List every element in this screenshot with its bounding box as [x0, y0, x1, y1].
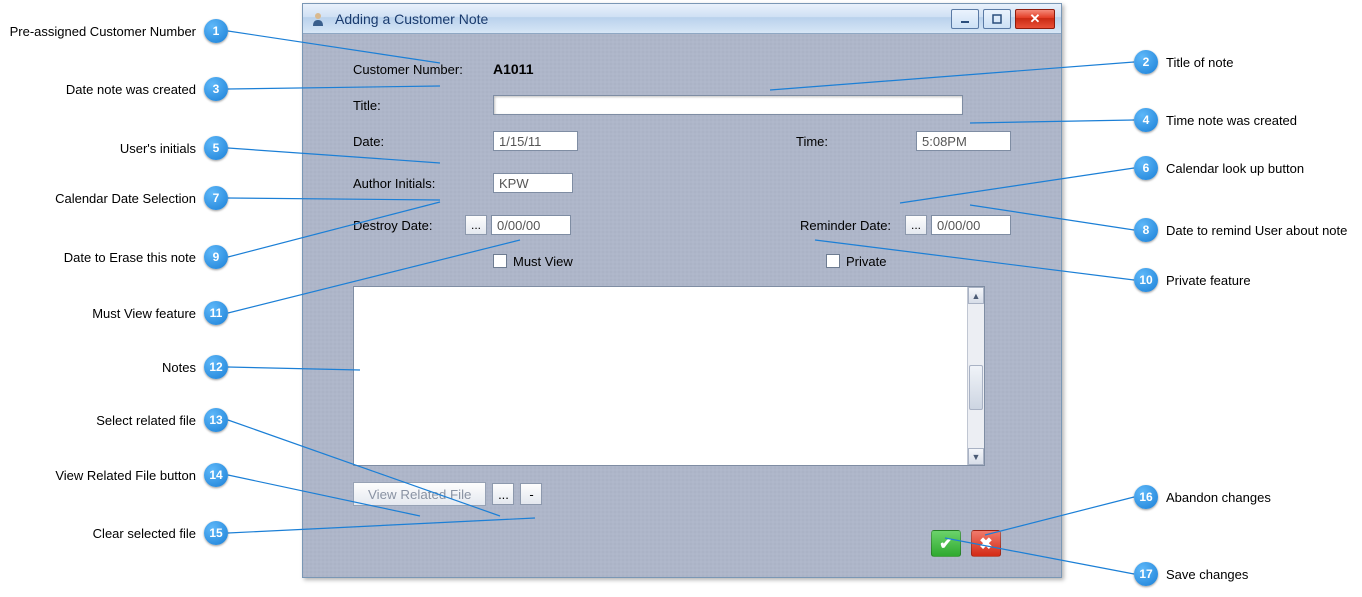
destroy-date-input[interactable]	[491, 215, 571, 235]
maximize-button[interactable]	[983, 9, 1011, 29]
clear-file-button[interactable]: -	[520, 483, 542, 505]
title-input[interactable]	[493, 95, 963, 115]
form-content: Customer Number: A1011 Title: Date: Time…	[303, 34, 1061, 577]
view-related-file-button[interactable]: View Related File	[353, 482, 486, 506]
save-button[interactable]	[931, 530, 961, 557]
close-button[interactable]: ✕	[1015, 9, 1055, 29]
callout-11: Must View feature 11	[0, 301, 228, 325]
callout-8: 8 Date to remind User about note	[1134, 218, 1347, 242]
callout-text: Date to Erase this note	[64, 250, 196, 265]
callout-13: Select related file 13	[0, 408, 228, 432]
callout-number: 4	[1134, 108, 1158, 132]
callout-text: Title of note	[1166, 55, 1233, 70]
callout-text: Date note was created	[66, 82, 196, 97]
callout-12: Notes 12	[0, 355, 228, 379]
callout-number: 1	[204, 19, 228, 43]
time-field	[916, 131, 1011, 151]
customer-number-value: A1011	[493, 61, 533, 77]
callout-number: 11	[204, 301, 228, 325]
callout-text: Calendar Date Selection	[55, 191, 196, 206]
callout-text: Save changes	[1166, 567, 1248, 582]
callout-text: Clear selected file	[93, 526, 196, 541]
reminder-date-label: Reminder Date:	[800, 218, 905, 233]
title-label: Title:	[353, 98, 493, 113]
callout-text: Abandon changes	[1166, 490, 1271, 505]
author-input[interactable]	[493, 173, 573, 193]
callout-16: 16 Abandon changes	[1134, 485, 1271, 509]
scroll-thumb[interactable]	[969, 365, 983, 410]
customer-number-label: Customer Number:	[353, 62, 493, 77]
callout-2: 2 Title of note	[1134, 50, 1233, 74]
callout-number: 10	[1134, 268, 1158, 292]
callout-1: Pre-assigned Customer Number 1	[0, 19, 228, 43]
date-label: Date:	[353, 134, 493, 149]
scroll-down-button[interactable]: ▼	[968, 448, 984, 465]
scroll-track[interactable]	[968, 304, 984, 448]
destroy-date-label: Destroy Date:	[353, 218, 465, 233]
callout-number: 3	[204, 77, 228, 101]
callout-text: Pre-assigned Customer Number	[10, 24, 196, 39]
reminder-date-input[interactable]	[931, 215, 1011, 235]
checkbox-icon	[493, 254, 507, 268]
callout-9: Date to Erase this note 9	[0, 245, 228, 269]
callout-number: 14	[204, 463, 228, 487]
abandon-button[interactable]	[971, 530, 1001, 557]
window-title: Adding a Customer Note	[335, 11, 947, 27]
private-checkbox[interactable]: Private	[826, 254, 1011, 269]
must-view-label: Must View	[513, 254, 573, 269]
dialog-window: Adding a Customer Note ✕ Customer Number…	[302, 3, 1062, 578]
callout-number: 9	[204, 245, 228, 269]
scrollbar[interactable]: ▲ ▼	[967, 287, 984, 465]
date-field	[493, 131, 578, 151]
callout-4: 4 Time note was created	[1134, 108, 1297, 132]
callout-number: 16	[1134, 485, 1158, 509]
callout-number: 12	[204, 355, 228, 379]
titlebar: Adding a Customer Note ✕	[303, 4, 1061, 34]
callout-number: 2	[1134, 50, 1158, 74]
scroll-up-button[interactable]: ▲	[968, 287, 984, 304]
callout-3: Date note was created 3	[0, 77, 228, 101]
notes-textarea-container: ▲ ▼	[353, 286, 985, 466]
app-icon	[309, 10, 327, 28]
callout-number: 7	[204, 186, 228, 210]
callout-text: Must View feature	[92, 306, 196, 321]
callout-5: User's initials 5	[0, 136, 228, 160]
callout-text: User's initials	[120, 141, 196, 156]
callout-7: Calendar Date Selection 7	[0, 186, 228, 210]
callout-text: Calendar look up button	[1166, 161, 1304, 176]
callout-text: View Related File button	[55, 468, 196, 483]
callout-text: Private feature	[1166, 273, 1251, 288]
callout-15: Clear selected file 15	[0, 521, 228, 545]
select-file-button[interactable]: ...	[492, 483, 514, 505]
callout-number: 5	[204, 136, 228, 160]
callout-text: Date to remind User about note	[1166, 223, 1347, 238]
callout-14: View Related File button 14	[0, 463, 228, 487]
callout-text: Time note was created	[1166, 113, 1297, 128]
checkbox-icon	[826, 254, 840, 268]
callout-number: 17	[1134, 562, 1158, 586]
callout-17: 17 Save changes	[1134, 562, 1248, 586]
callout-number: 13	[204, 408, 228, 432]
minimize-button[interactable]	[951, 9, 979, 29]
author-label: Author Initials:	[353, 176, 493, 191]
callout-text: Select related file	[96, 413, 196, 428]
destroy-date-picker-button[interactable]: ...	[465, 215, 487, 235]
reminder-date-picker-button[interactable]: ...	[905, 215, 927, 235]
private-label: Private	[846, 254, 886, 269]
notes-textarea[interactable]	[354, 287, 967, 465]
callout-number: 8	[1134, 218, 1158, 242]
callout-number: 6	[1134, 156, 1158, 180]
callout-text: Notes	[162, 360, 196, 375]
time-label: Time:	[796, 134, 916, 149]
callout-number: 15	[204, 521, 228, 545]
callout-10: 10 Private feature	[1134, 268, 1251, 292]
must-view-checkbox[interactable]: Must View	[493, 254, 573, 269]
callout-6: 6 Calendar look up button	[1134, 156, 1304, 180]
